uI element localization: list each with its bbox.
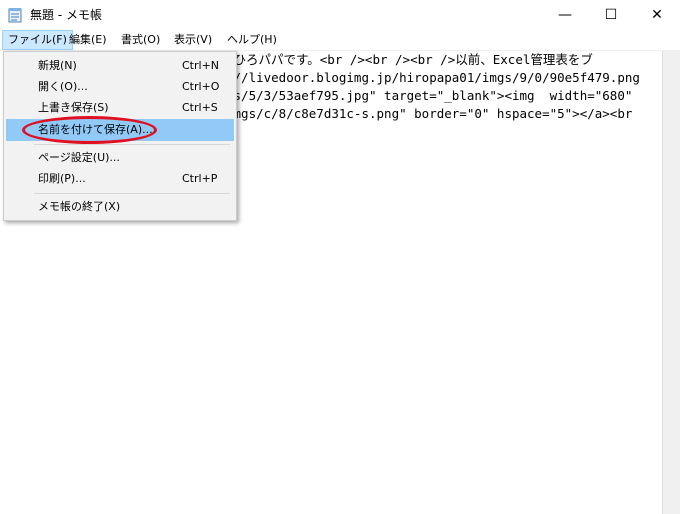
menu-file[interactable]: ファイル(F) [2,30,73,50]
menu-edit[interactable]: 編集(E) [64,31,112,49]
menu-format[interactable]: 書式(O) [116,31,165,49]
window-title: 無題 - メモ帳 [30,8,102,22]
menu-item-shortcut: Ctrl+N [182,59,220,72]
menu-item-shortcut: Ctrl+P [182,172,218,185]
menu-item-save-as[interactable]: 名前を付けて保存(A)... [6,119,234,141]
menu-separator [34,144,230,145]
menu-item-exit[interactable]: メモ帳の終了(X) [6,196,234,218]
maximize-button[interactable]: ☐ [588,0,634,30]
menu-item-label: 上書き保存(S) [38,101,109,114]
menu-item-print[interactable]: 印刷(P)... Ctrl+P [6,168,234,190]
editor-line: ://livedoor.blogimg.jp/hiropapa01/imgs/9… [226,70,640,85]
menu-item-page-setup[interactable]: ページ設定(U)... [6,147,234,169]
menu-item-shortcut: Ctrl+O [182,80,220,93]
menu-item-open[interactable]: 開く(O)... Ctrl+O [6,76,234,98]
menu-view[interactable]: 表示(V) [169,31,217,49]
notepad-icon [8,8,22,23]
menu-item-label: 新規(N) [38,59,77,72]
menu-item-label: メモ帳の終了(X) [38,200,121,213]
menu-item-label: 印刷(P)... [38,172,86,185]
menu-item-new[interactable]: 新規(N) Ctrl+N [6,55,234,77]
editor-line: imgs/c/8/c8e7d31c-s.png" border="0" hspa… [226,106,633,121]
vertical-scrollbar[interactable] [662,51,680,514]
title-bar: 無題 - メモ帳 — ☐ ✕ [0,0,680,30]
menu-separator [34,193,230,194]
editor-line: >ひろパパです。<br /><br /><br />以前、Excel管理表をブ [226,52,593,67]
menu-bar: ファイル(F) 編集(E) 書式(O) 表示(V) ヘルプ(H) [0,30,680,51]
editor-line: gs/5/3/53aef795.jpg" target="_blank"><im… [226,88,633,103]
menu-item-shortcut: Ctrl+S [182,101,218,114]
menu-help[interactable]: ヘルプ(H) [222,31,282,49]
menu-item-save[interactable]: 上書き保存(S) Ctrl+S [6,97,234,119]
menu-item-label: 名前を付けて保存(A)... [38,123,153,136]
minimize-button[interactable]: — [542,0,588,30]
file-menu-dropdown: 新規(N) Ctrl+N 開く(O)... Ctrl+O 上書き保存(S) Ct… [3,51,237,221]
menu-item-label: ページ設定(U)... [38,151,120,164]
menu-item-label: 開く(O)... [38,80,88,93]
close-button[interactable]: ✕ [634,0,680,30]
